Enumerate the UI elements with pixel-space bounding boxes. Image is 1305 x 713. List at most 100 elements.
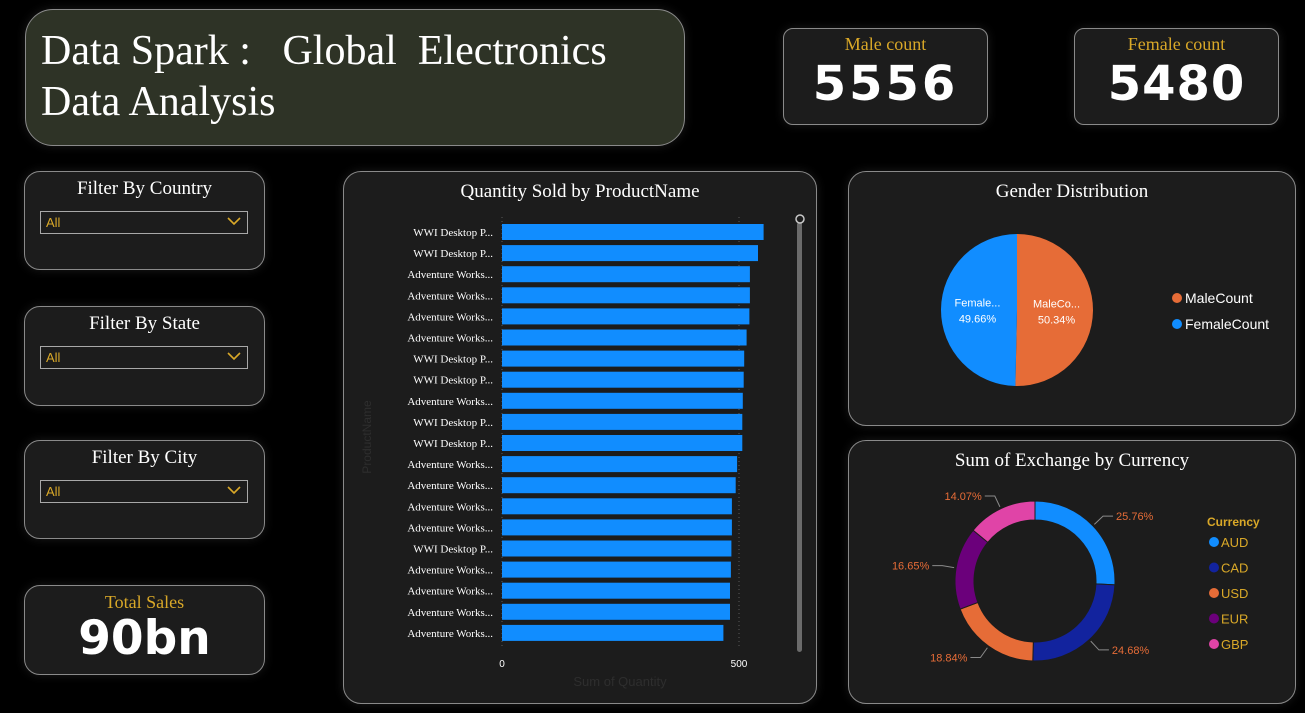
bar-category-label: Adventure Works... (407, 586, 493, 598)
legend-marker (1209, 562, 1219, 573)
pie-slice-label: Female... (955, 298, 1001, 310)
bar-category-label: WWI Desktop P... (413, 438, 493, 450)
legend-marker (1209, 639, 1219, 649)
bar-chart: WWI Desktop P... WWI Desktop P... Adventur… (360, 214, 805, 689)
state-dropdown-value: All (46, 350, 61, 365)
pie-slice-label: MaleCo... (1033, 298, 1080, 310)
donut-slice (1034, 500, 1116, 586)
donut-leader-line (1090, 640, 1109, 651)
legend-marker (1209, 537, 1219, 547)
bar-category-label: WWI Desktop P... (413, 227, 493, 239)
legend-marker (1172, 293, 1182, 303)
bar (502, 287, 750, 304)
total-sales-label: Total Sales (104, 592, 185, 612)
bar-category-label: Adventure Works... (407, 396, 493, 408)
scroll-thumb-icon[interactable] (795, 214, 805, 224)
bar-category-label: WWI Desktop P... (413, 544, 493, 556)
chevron-down-icon[interactable] (226, 214, 242, 228)
state-dropdown[interactable]: All (40, 346, 248, 369)
legend-label: AUD (1221, 535, 1248, 550)
legend-marker (1209, 613, 1219, 624)
donut-slice (959, 601, 1034, 662)
pie-slice (940, 234, 1017, 386)
bar (502, 266, 750, 283)
chevron-down-icon[interactable] (226, 483, 242, 497)
city-dropdown[interactable]: All (40, 480, 248, 503)
bar-category-label: Adventure Works... (407, 501, 493, 513)
pie-value-label: 49.66% (959, 314, 997, 326)
title-line-1: Data Spark : Global Electronics (41, 28, 607, 74)
gender-chart-card: Gender Distribution MaleCo... 50.34% Femal… (848, 171, 1296, 426)
donut-value-label: 25.76% (1116, 511, 1154, 523)
pie-value-label: 50.34% (1038, 314, 1076, 326)
legend-label: USD (1221, 586, 1248, 601)
bar (502, 350, 745, 367)
dashboard-title: Data Spark : Global Electronics Data Ana… (41, 26, 607, 128)
y-axis-title: ProductName (360, 400, 374, 474)
donut-value-label: 18.84% (930, 653, 968, 665)
country-filter-card: Filter By Country All (24, 171, 265, 270)
bar (502, 371, 744, 388)
male-count-value: 5556 (812, 56, 959, 112)
bar-category-label: Adventure Works... (407, 522, 493, 534)
female-count-label: Female count (1127, 34, 1226, 54)
bar (502, 519, 732, 536)
total-sales-card: Total Sales 90bn (24, 585, 265, 675)
city-filter-card: Filter By City All (24, 440, 265, 539)
bar-category-label: Adventure Works... (407, 459, 493, 471)
bar (502, 413, 743, 430)
legend-label: CAD (1221, 561, 1248, 576)
bar-category-label: Adventure Works... (407, 333, 493, 345)
x-tick-label: 500 (731, 659, 748, 670)
donut-leader-line (970, 647, 988, 659)
bar (502, 498, 732, 515)
legend-label: FemaleCount (1185, 316, 1269, 332)
country-dropdown[interactable]: All (40, 211, 248, 234)
donut-leader-line (984, 495, 1001, 508)
bar-category-label: WWI Desktop P... (413, 375, 493, 387)
male-count-label: Male count (844, 34, 927, 54)
scrollbar-track (797, 222, 802, 652)
donut-value-label: 24.68% (1112, 645, 1150, 657)
dashboard-title-card: Data Spark : Global Electronics Data Ana… (25, 9, 685, 146)
bar (502, 224, 764, 240)
bar (502, 561, 731, 578)
bar (502, 582, 730, 599)
state-filter-card: Filter By State All (24, 306, 265, 406)
legend-title: Currency (1207, 515, 1260, 529)
female-count-value: 5480 (1107, 56, 1246, 112)
currency-donut-chart: 25.76% 24.68% 18.84% 16.65% 14.07% Currency AU… (892, 491, 1260, 665)
title-line-2: Data Analysis (41, 79, 276, 125)
bar (502, 245, 758, 262)
bar-category-label: WWI Desktop P... (413, 354, 493, 366)
bar-category-label: Adventure Works... (407, 565, 493, 577)
donut-leader-line (932, 565, 955, 569)
legend-label: GBP (1221, 637, 1248, 652)
bar-category-label: Adventure Works... (407, 290, 493, 302)
bar-category-label: Adventure Works... (407, 269, 493, 281)
donut-slice (954, 529, 989, 610)
bar (502, 603, 730, 620)
male-count-card: Male count 5556 (783, 28, 988, 125)
bar (502, 624, 724, 641)
chevron-down-icon[interactable] (226, 349, 242, 363)
bar (502, 435, 743, 451)
donut-value-label: 16.65% (892, 561, 930, 573)
currency-chart-card: Sum of Exchange by Currency 25.76% 24.68%… (848, 440, 1296, 704)
donut-leader-line (1094, 515, 1114, 525)
bar (502, 540, 732, 557)
bar (502, 477, 736, 494)
city-dropdown-value: All (46, 484, 61, 499)
donut-value-label: 14.07% (944, 491, 982, 503)
legend-label: EUR (1221, 612, 1248, 627)
x-tick-label: 0 (499, 659, 505, 670)
bar-category-label: Adventure Works... (407, 628, 493, 640)
donut-slice (972, 500, 1036, 544)
state-filter-title: Filter By State (89, 313, 200, 334)
country-dropdown-value: All (46, 215, 61, 230)
total-sales-value: 90bn (78, 611, 211, 666)
legend-marker (1209, 588, 1219, 598)
city-filter-title: Filter By City (91, 447, 198, 468)
bar-category-label: WWI Desktop P... (413, 417, 493, 429)
bar (502, 456, 738, 473)
